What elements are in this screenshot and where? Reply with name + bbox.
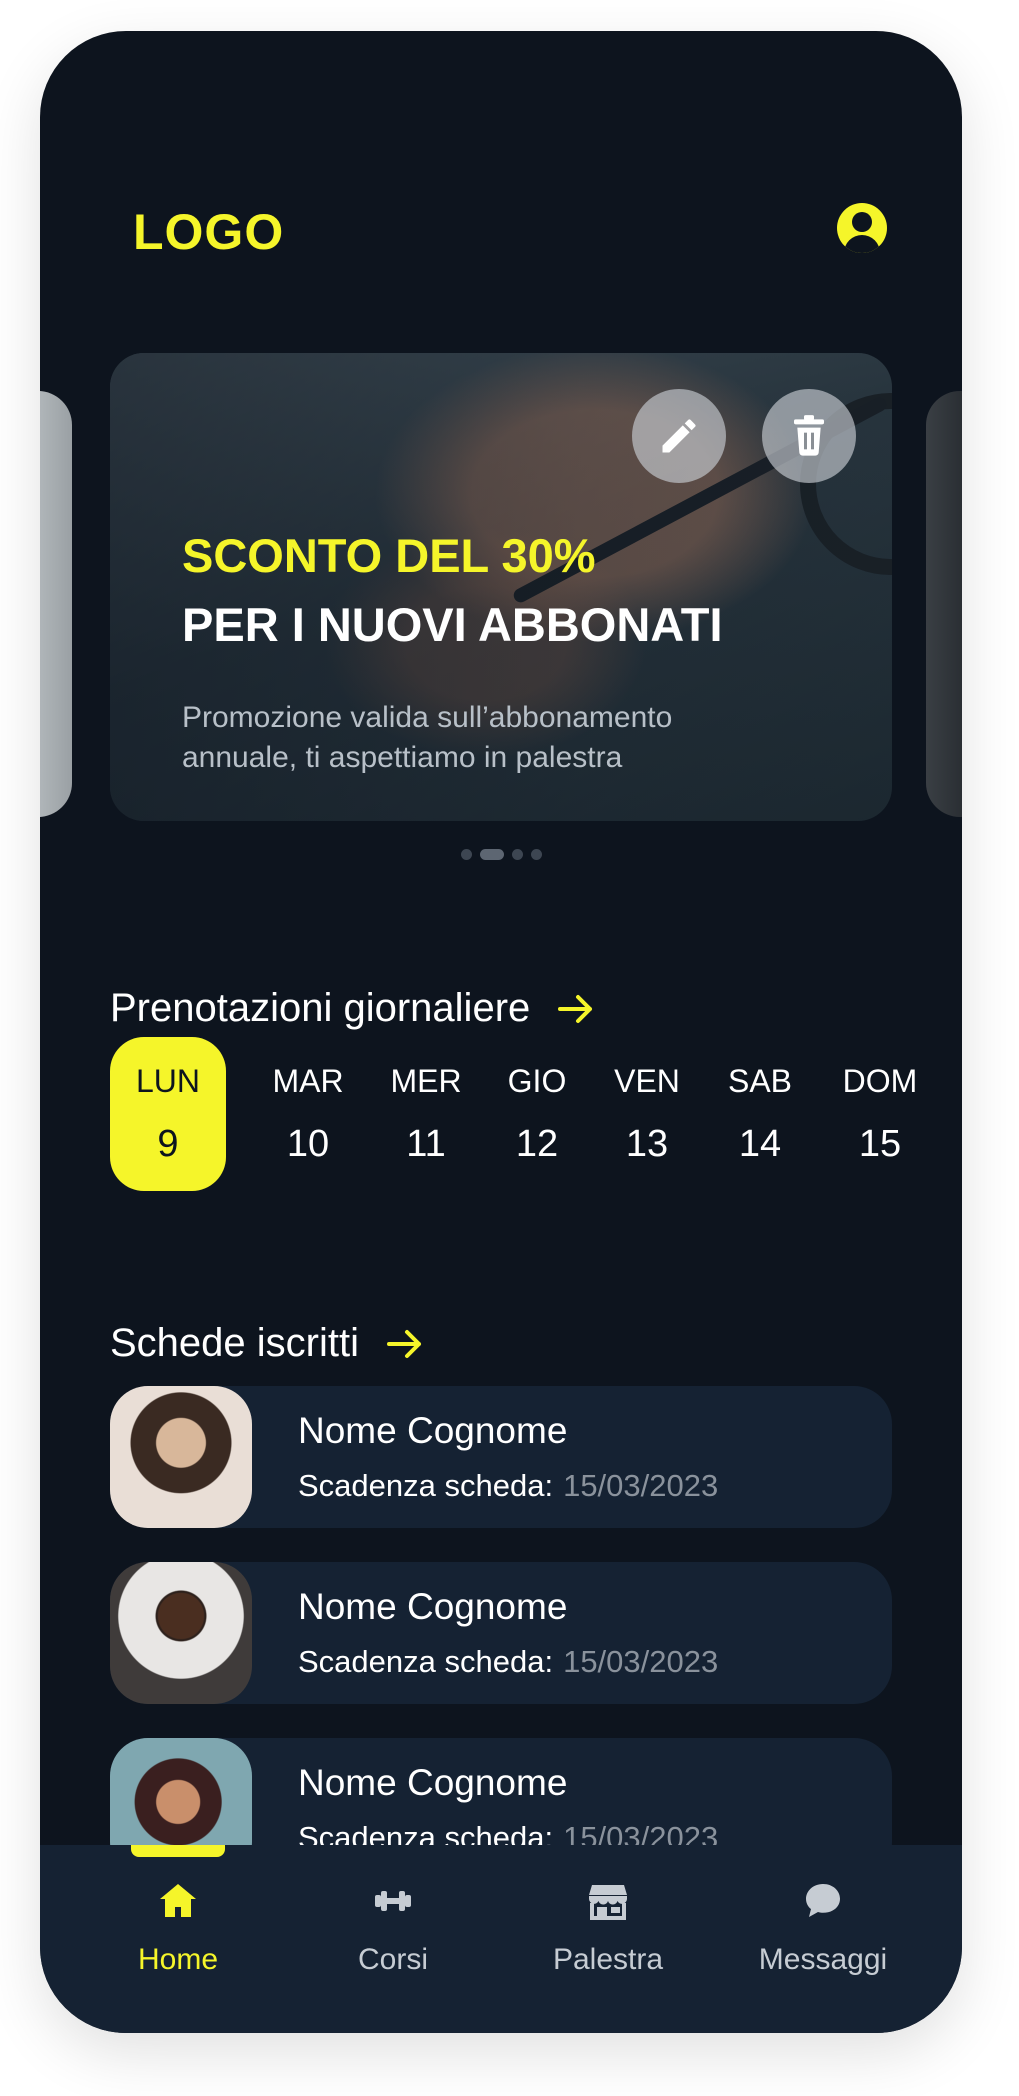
expiry-date: 15/03/2023 (563, 1644, 719, 1679)
member-card[interactable]: Nome Cognome Scadenza scheda: 15/03/2023 (110, 1562, 892, 1704)
day-number: 15 (858, 1123, 902, 1165)
day-chip-dom[interactable]: DOM 15 (822, 1037, 938, 1191)
home-icon (160, 1884, 196, 1917)
pagination-dot[interactable] (511, 849, 523, 861)
logo: LOGO (133, 204, 285, 260)
day-selector: LUN 9 MAR 10 MER 11 GIO 12 VEN 13 SAB 14… (110, 1037, 930, 1195)
edit-button[interactable] (632, 389, 726, 483)
day-chip-gio[interactable]: GIO 12 (479, 1037, 595, 1191)
promo-title-highlight: SCONTO DEL 30% (182, 529, 596, 582)
store-icon (589, 1885, 627, 1920)
day-name: LUN (135, 1063, 200, 1099)
day-number: 9 (157, 1123, 179, 1165)
active-tab-indicator (131, 1845, 225, 1857)
arrow-right-icon (558, 994, 593, 1023)
day-chip-ven[interactable]: VEN 13 (589, 1037, 705, 1191)
day-chip-mar[interactable]: MAR 10 (250, 1037, 366, 1191)
day-name: VEN (614, 1063, 680, 1099)
promo-card[interactable]: SCONTO DEL 30% PER I NUOVI ABBONATI Prom… (110, 353, 892, 821)
day-number: 13 (625, 1123, 669, 1165)
day-name: MAR (272, 1063, 344, 1099)
day-number: 11 (406, 1123, 446, 1165)
bookings-section-header[interactable]: Prenotazioni giornaliere (110, 986, 594, 1031)
carousel-pagination (40, 846, 962, 861)
day-name: GIO (507, 1063, 567, 1099)
expiry-label: Scadenza scheda: (298, 1644, 554, 1679)
nav-label: Palestra (552, 1943, 664, 1976)
bookings-title: Prenotazioni giornaliere (110, 986, 531, 1030)
day-number: 14 (738, 1123, 782, 1165)
arrow-right-icon (386, 1329, 421, 1358)
nav-corsi[interactable]: Corsi (308, 1881, 478, 1991)
delete-button[interactable] (762, 389, 856, 483)
pagination-dot[interactable] (460, 849, 472, 861)
pagination-dot[interactable] (530, 849, 542, 861)
members-title: Schede iscritti (110, 1321, 359, 1365)
day-number: 10 (286, 1123, 330, 1165)
nav-label: Corsi (357, 1943, 428, 1976)
carousel-next-card[interactable] (926, 391, 962, 817)
day-name: DOM (842, 1063, 918, 1099)
promo-title: PER I NUOVI ABBONATI (182, 598, 723, 651)
nav-label: Home (137, 1943, 219, 1976)
bottom-navigation: Home Corsi Palestra Messaggi (40, 1845, 962, 2033)
nav-messaggi[interactable]: Messaggi (738, 1881, 908, 1991)
day-chip-mer[interactable]: MER 11 (368, 1037, 484, 1191)
day-chip-lun[interactable]: LUN 9 (110, 1037, 226, 1191)
nav-palestra[interactable]: Palestra (523, 1881, 693, 1991)
profile-button[interactable] (837, 203, 887, 253)
avatar (110, 1562, 252, 1704)
phone-frame: LOGO SCONTO DEL 30% PER I NUOVI ABBONATI… (40, 31, 962, 2033)
day-name: SAB (727, 1063, 793, 1099)
dumbbell-icon (375, 1891, 411, 1911)
member-name: Nome Cognome (298, 1410, 568, 1451)
trash-icon (794, 415, 824, 456)
pagination-dot-active[interactable] (479, 849, 504, 861)
avatar (110, 1386, 252, 1528)
app-header: LOGO (40, 31, 962, 331)
day-chip-sab[interactable]: SAB 14 (702, 1037, 818, 1191)
promo-description: Promozione valida sull’abbonamento annua… (182, 701, 673, 774)
carousel-prev-card[interactable] (40, 391, 72, 817)
expiry-label: Scadenza scheda: (298, 1468, 554, 1503)
nav-label: Messaggi (758, 1943, 888, 1976)
chat-icon (806, 1884, 840, 1917)
day-number: 12 (515, 1123, 559, 1165)
member-name: Nome Cognome (298, 1586, 568, 1627)
day-name: MER (390, 1063, 462, 1099)
member-card[interactable]: Nome Cognome Scadenza scheda: 15/03/2023 (110, 1386, 892, 1528)
members-section-header[interactable]: Schede iscritti (110, 1321, 423, 1366)
pencil-icon (662, 419, 696, 453)
expiry-date: 15/03/2023 (563, 1468, 719, 1503)
member-expiry: Scadenza scheda: 15/03/2023 (298, 1644, 718, 1680)
nav-home[interactable]: Home (93, 1881, 263, 1991)
member-expiry: Scadenza scheda: 15/03/2023 (298, 1468, 718, 1504)
member-name: Nome Cognome (298, 1762, 568, 1803)
